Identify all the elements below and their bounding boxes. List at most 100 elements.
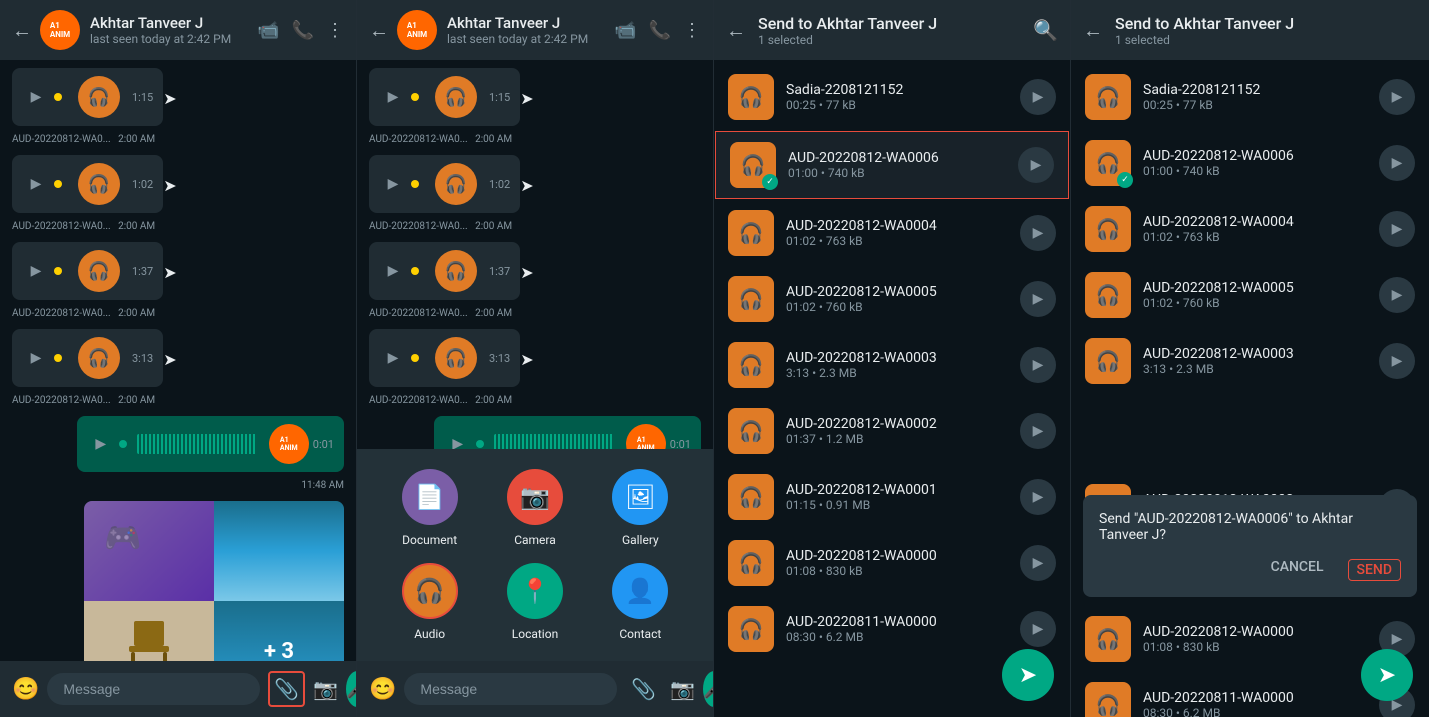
avatar-2: A1ANIM (397, 10, 437, 50)
conf-name-8: AUD-20220811-WA0000 (1143, 690, 1379, 706)
more-options-icon-2[interactable]: ⋮ (683, 20, 701, 41)
forward-icon-2[interactable]: ➤ (163, 176, 176, 195)
conf-file-4[interactable]: 🎧 AUD-20220812-WA0003 3:13 • 2.3 MB ▶ (1071, 328, 1429, 394)
location-label: Location (512, 627, 558, 641)
attach-camera[interactable]: 📷 Camera (507, 469, 563, 547)
mic-button-2[interactable]: 🎤 (703, 671, 714, 707)
confirm-send-button[interactable]: ➤ (1361, 649, 1413, 701)
header-info-2: Akhtar Tanveer J last seen today at 2:42… (447, 14, 614, 46)
file-play-3[interactable]: ▶ (1020, 281, 1056, 317)
file-item-5[interactable]: 🎧 AUD-20220812-WA0002 01:37 • 1.2 MB ▶ (714, 398, 1070, 464)
audio-bubble-2-1[interactable]: ▶ 🎧 1:15 (369, 68, 520, 126)
audio-bubble-sent[interactable]: ▶ A1ANIM 0:01 (77, 416, 344, 472)
audio-bubble-1[interactable]: ▶ 🎧 1:15 (12, 68, 163, 126)
file-play-8[interactable]: ▶ (1020, 611, 1056, 647)
audio-bubble-4[interactable]: ▶ 🎧 3:13 (12, 329, 163, 387)
send-confirm-button[interactable]: SEND (1348, 559, 1401, 581)
audio-meta-2: AUD-20220812-WA0... 2:00 AM (12, 221, 344, 232)
file-item-7[interactable]: 🎧 AUD-20220812-WA0000 01:08 • 830 kB ▶ (714, 530, 1070, 596)
message-input-2[interactable] (404, 673, 617, 705)
file-item-4[interactable]: 🎧 AUD-20220812-WA0003 3:13 • 2.3 MB ▶ (714, 332, 1070, 398)
confirm-dialog: Send "AUD-20220812-WA0006" to Akhtar Tan… (1083, 495, 1417, 597)
play-icon-1[interactable]: ▶ (22, 83, 50, 111)
file-icon-4: 🎧 (728, 342, 774, 388)
audio-bubble-3[interactable]: ▶ 🎧 1:37 (12, 242, 163, 300)
file-meta-7: 01:08 • 830 kB (786, 564, 1020, 578)
file-item-2[interactable]: 🎧 AUD-20220812-WA0004 01:02 • 763 kB ▶ (714, 200, 1070, 266)
audio-bubble-2-3[interactable]: ▶ 🎧 1:37 (369, 242, 520, 300)
input-bar-2: 😊 📎 📷 🎤 (357, 661, 713, 717)
audio-bubble-2-4[interactable]: ▶ 🎧 3:13 (369, 329, 520, 387)
file-item-0[interactable]: 🎧 Sadia-2208121152 00:25 • 77 kB ▶ (714, 64, 1070, 130)
meta-2-1: AUD-20220812-WA0... 2:00 AM (369, 134, 701, 145)
conf-play-3[interactable]: ▶ (1379, 277, 1415, 313)
forward-icon-1[interactable]: ➤ (163, 89, 176, 108)
audio-icon-2-4: 🎧 (435, 337, 477, 379)
file-play-0[interactable]: ▶ (1020, 79, 1056, 115)
files-header-info: Send to Akhtar Tanveer J 1 selected (758, 14, 1033, 47)
play-icon-2[interactable]: ▶ (22, 170, 50, 198)
forward-icon-3[interactable]: ➤ (163, 263, 176, 282)
file-play-6[interactable]: ▶ (1020, 479, 1056, 515)
play-2-2[interactable]: ▶ (379, 170, 407, 198)
back-button-1[interactable]: ← (12, 18, 32, 43)
conf-play-2[interactable]: ▶ (1379, 211, 1415, 247)
files-back-button[interactable]: ← (726, 18, 746, 43)
camera-icon-1[interactable]: 📷 (313, 677, 338, 701)
confirm-back-button[interactable]: ← (1083, 18, 1103, 43)
attach-icon-1[interactable]: 📎 (268, 671, 305, 707)
attach-location[interactable]: 📍 Location (507, 563, 563, 641)
voice-call-icon-2[interactable]: 📞 (649, 20, 671, 41)
play-2-3[interactable]: ▶ (379, 257, 407, 285)
conf-play-0[interactable]: ▶ (1379, 79, 1415, 115)
cancel-button[interactable]: CANCEL (1271, 559, 1324, 581)
files-send-button[interactable]: ➤ (1002, 649, 1054, 701)
file-item-1[interactable]: 🎧 ✓ AUD-20220812-WA0006 01:00 • 740 kB ▶ (715, 131, 1069, 199)
message-input-1[interactable] (47, 673, 260, 705)
voice-call-icon[interactable]: 📞 (292, 20, 314, 41)
emoji-icon-2[interactable]: 😊 (369, 677, 396, 702)
file-play-4[interactable]: ▶ (1020, 347, 1056, 383)
file-play-1[interactable]: ▶ (1018, 147, 1054, 183)
contact-label: Contact (619, 627, 661, 641)
fwd-2-2[interactable]: ➤ (520, 176, 533, 195)
fwd-2-3[interactable]: ➤ (520, 263, 533, 282)
attach-document[interactable]: 📄 Document (402, 469, 458, 547)
play-icon-3[interactable]: ▶ (22, 257, 50, 285)
back-button-2[interactable]: ← (369, 18, 389, 43)
attach-icon-2[interactable]: 📎 (625, 671, 662, 707)
camera-icon-2[interactable]: 📷 (670, 677, 695, 701)
conf-file-0[interactable]: 🎧 Sadia-2208121152 00:25 • 77 kB ▶ (1071, 64, 1429, 130)
conf-play-1[interactable]: ▶ (1379, 145, 1415, 181)
file-play-7[interactable]: ▶ (1020, 545, 1056, 581)
file-item-6[interactable]: 🎧 AUD-20220812-WA0001 01:15 • 0.91 MB ▶ (714, 464, 1070, 530)
video-call-icon[interactable]: 📹 (257, 20, 279, 41)
attach-audio[interactable]: 🎧 Audio (402, 563, 458, 641)
file-item-3[interactable]: 🎧 AUD-20220812-WA0005 01:02 • 760 kB ▶ (714, 266, 1070, 332)
play-2-1[interactable]: ▶ (379, 83, 407, 111)
image-grid[interactable]: 🎮 + 3 (84, 501, 344, 661)
video-call-icon-2[interactable]: 📹 (614, 20, 636, 41)
file-play-2[interactable]: ▶ (1020, 215, 1056, 251)
audio-bubble-2-2[interactable]: ▶ 🎧 1:02 (369, 155, 520, 213)
play-icon-sent[interactable]: ▶ (87, 430, 115, 458)
emoji-icon-1[interactable]: 😊 (12, 677, 39, 702)
play-icon-4[interactable]: ▶ (22, 344, 50, 372)
more-options-icon[interactable]: ⋮ (326, 20, 344, 41)
audio-meta-sent: 11:48 AM (301, 480, 344, 491)
conf-file-3[interactable]: 🎧 AUD-20220812-WA0005 01:02 • 760 kB ▶ (1071, 262, 1429, 328)
conf-file-1[interactable]: 🎧 ✓ AUD-20220812-WA0006 01:00 • 740 kB ▶ (1071, 130, 1429, 196)
audio-bubble-2[interactable]: ▶ 🎧 1:02 (12, 155, 163, 213)
file-play-5[interactable]: ▶ (1020, 413, 1056, 449)
files-search-icon[interactable]: 🔍 (1033, 18, 1058, 42)
fwd-2-4[interactable]: ➤ (520, 350, 533, 369)
mic-button-1[interactable]: 🎤 (346, 671, 357, 707)
gallery-icon: 🖼 (612, 469, 668, 525)
attach-gallery[interactable]: 🖼 Gallery (612, 469, 668, 547)
play-2-4[interactable]: ▶ (379, 344, 407, 372)
attach-contact[interactable]: 👤 Contact (612, 563, 668, 641)
conf-file-2[interactable]: 🎧 AUD-20220812-WA0004 01:02 • 763 kB ▶ (1071, 196, 1429, 262)
fwd-2-1[interactable]: ➤ (520, 89, 533, 108)
forward-icon-4[interactable]: ➤ (163, 350, 176, 369)
conf-play-4[interactable]: ▶ (1379, 343, 1415, 379)
